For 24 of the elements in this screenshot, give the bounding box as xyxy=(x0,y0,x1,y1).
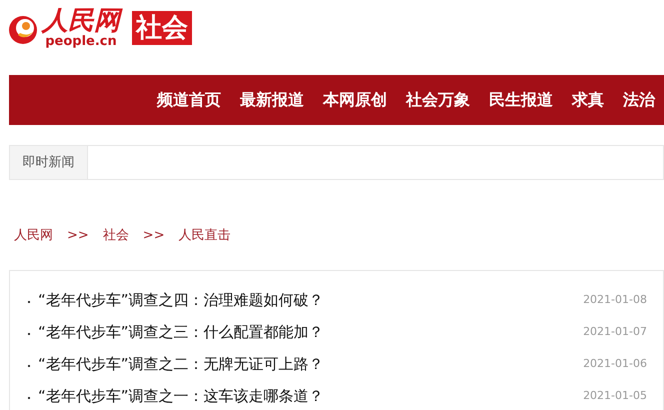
breadcrumb-link[interactable]: 社会 xyxy=(102,226,129,246)
logo-icon xyxy=(8,14,38,44)
logo-domain: people.cn xyxy=(45,34,117,48)
breadcrumb-link[interactable]: 人民网 xyxy=(14,226,53,246)
nav-link[interactable]: 频道首页 xyxy=(157,88,221,112)
nav-link[interactable]: 最新报道 xyxy=(240,88,304,112)
nav-link[interactable]: 法治 xyxy=(623,88,655,112)
news-link[interactable]: “老年代步车”调查之二：无牌无证可上路？ xyxy=(38,353,324,376)
tab[interactable]: 即时新闻 xyxy=(10,146,88,179)
news-date: 2021-01-05 xyxy=(583,388,647,404)
breadcrumb-separator: >> xyxy=(67,227,89,245)
channel-label: 社会 xyxy=(132,10,192,44)
news-date: 2021-01-08 xyxy=(583,292,647,308)
news-link[interactable]: “老年代步车”调查之三：什么配置都能加？ xyxy=(38,321,324,344)
nav-link[interactable]: 求真 xyxy=(572,88,604,112)
breadcrumb-separator: >> xyxy=(142,227,165,245)
nav-link[interactable]: 本网原创 xyxy=(323,88,387,112)
nav-link[interactable]: 民生报道 xyxy=(489,88,553,112)
nav-link[interactable]: 社会万象 xyxy=(406,88,470,112)
news-date: 2021-01-07 xyxy=(583,324,647,340)
breadcrumb-link[interactable]: 人民直击 xyxy=(178,226,231,246)
news-link[interactable]: “老年代步车”调查之四：治理难题如何破？ xyxy=(38,289,324,312)
news-date: 2021-01-06 xyxy=(583,356,647,372)
news-link[interactable]: “老年代步车”调查之一：这车该走哪条道？ xyxy=(38,385,324,408)
